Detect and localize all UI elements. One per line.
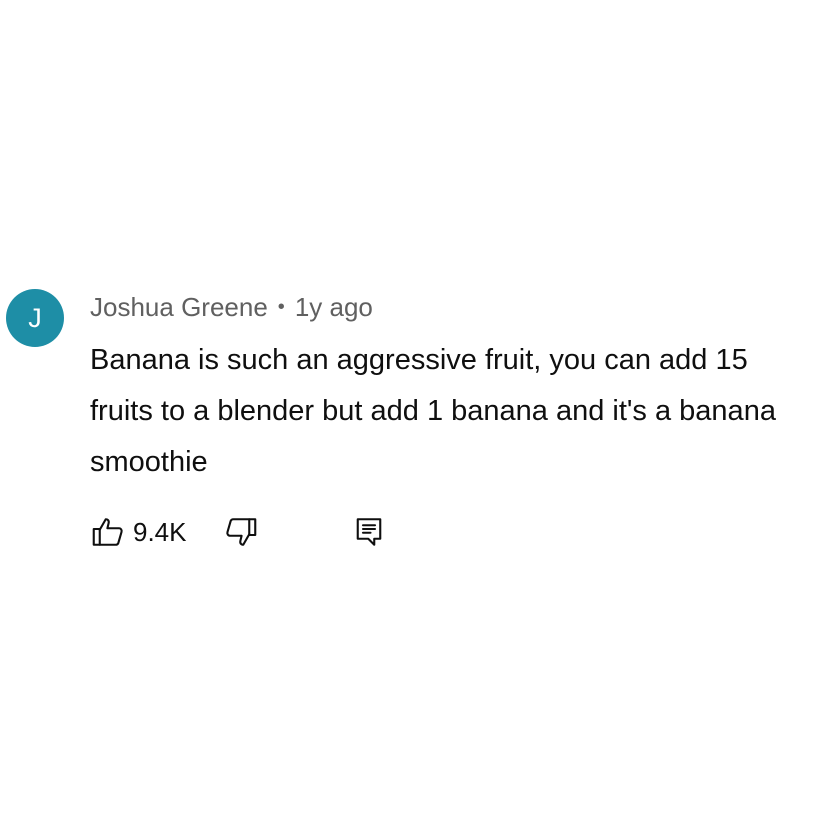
thumbs-down-icon[interactable]: [223, 514, 259, 550]
comment-text: Banana is such an aggressive fruit, you …: [90, 344, 776, 478]
like-count: 9.4K: [133, 516, 187, 547]
avatar[interactable]: J: [6, 289, 64, 347]
timestamp[interactable]: 1y ago: [295, 292, 373, 323]
comment-actions: 9.4K: [90, 512, 387, 552]
author-name[interactable]: Joshua Greene: [90, 292, 268, 323]
page: J Joshua Greene • 1y ago Banana is such …: [0, 0, 828, 828]
comment-card: J Joshua Greene • 1y ago Banana is such …: [0, 0, 828, 828]
thumbs-up-icon[interactable]: [90, 514, 126, 550]
avatar-letter: J: [28, 302, 42, 333]
comment-meta: Joshua Greene • 1y ago: [90, 289, 373, 325]
meta-separator: •: [277, 295, 285, 318]
reply-comment-icon[interactable]: [351, 514, 387, 550]
